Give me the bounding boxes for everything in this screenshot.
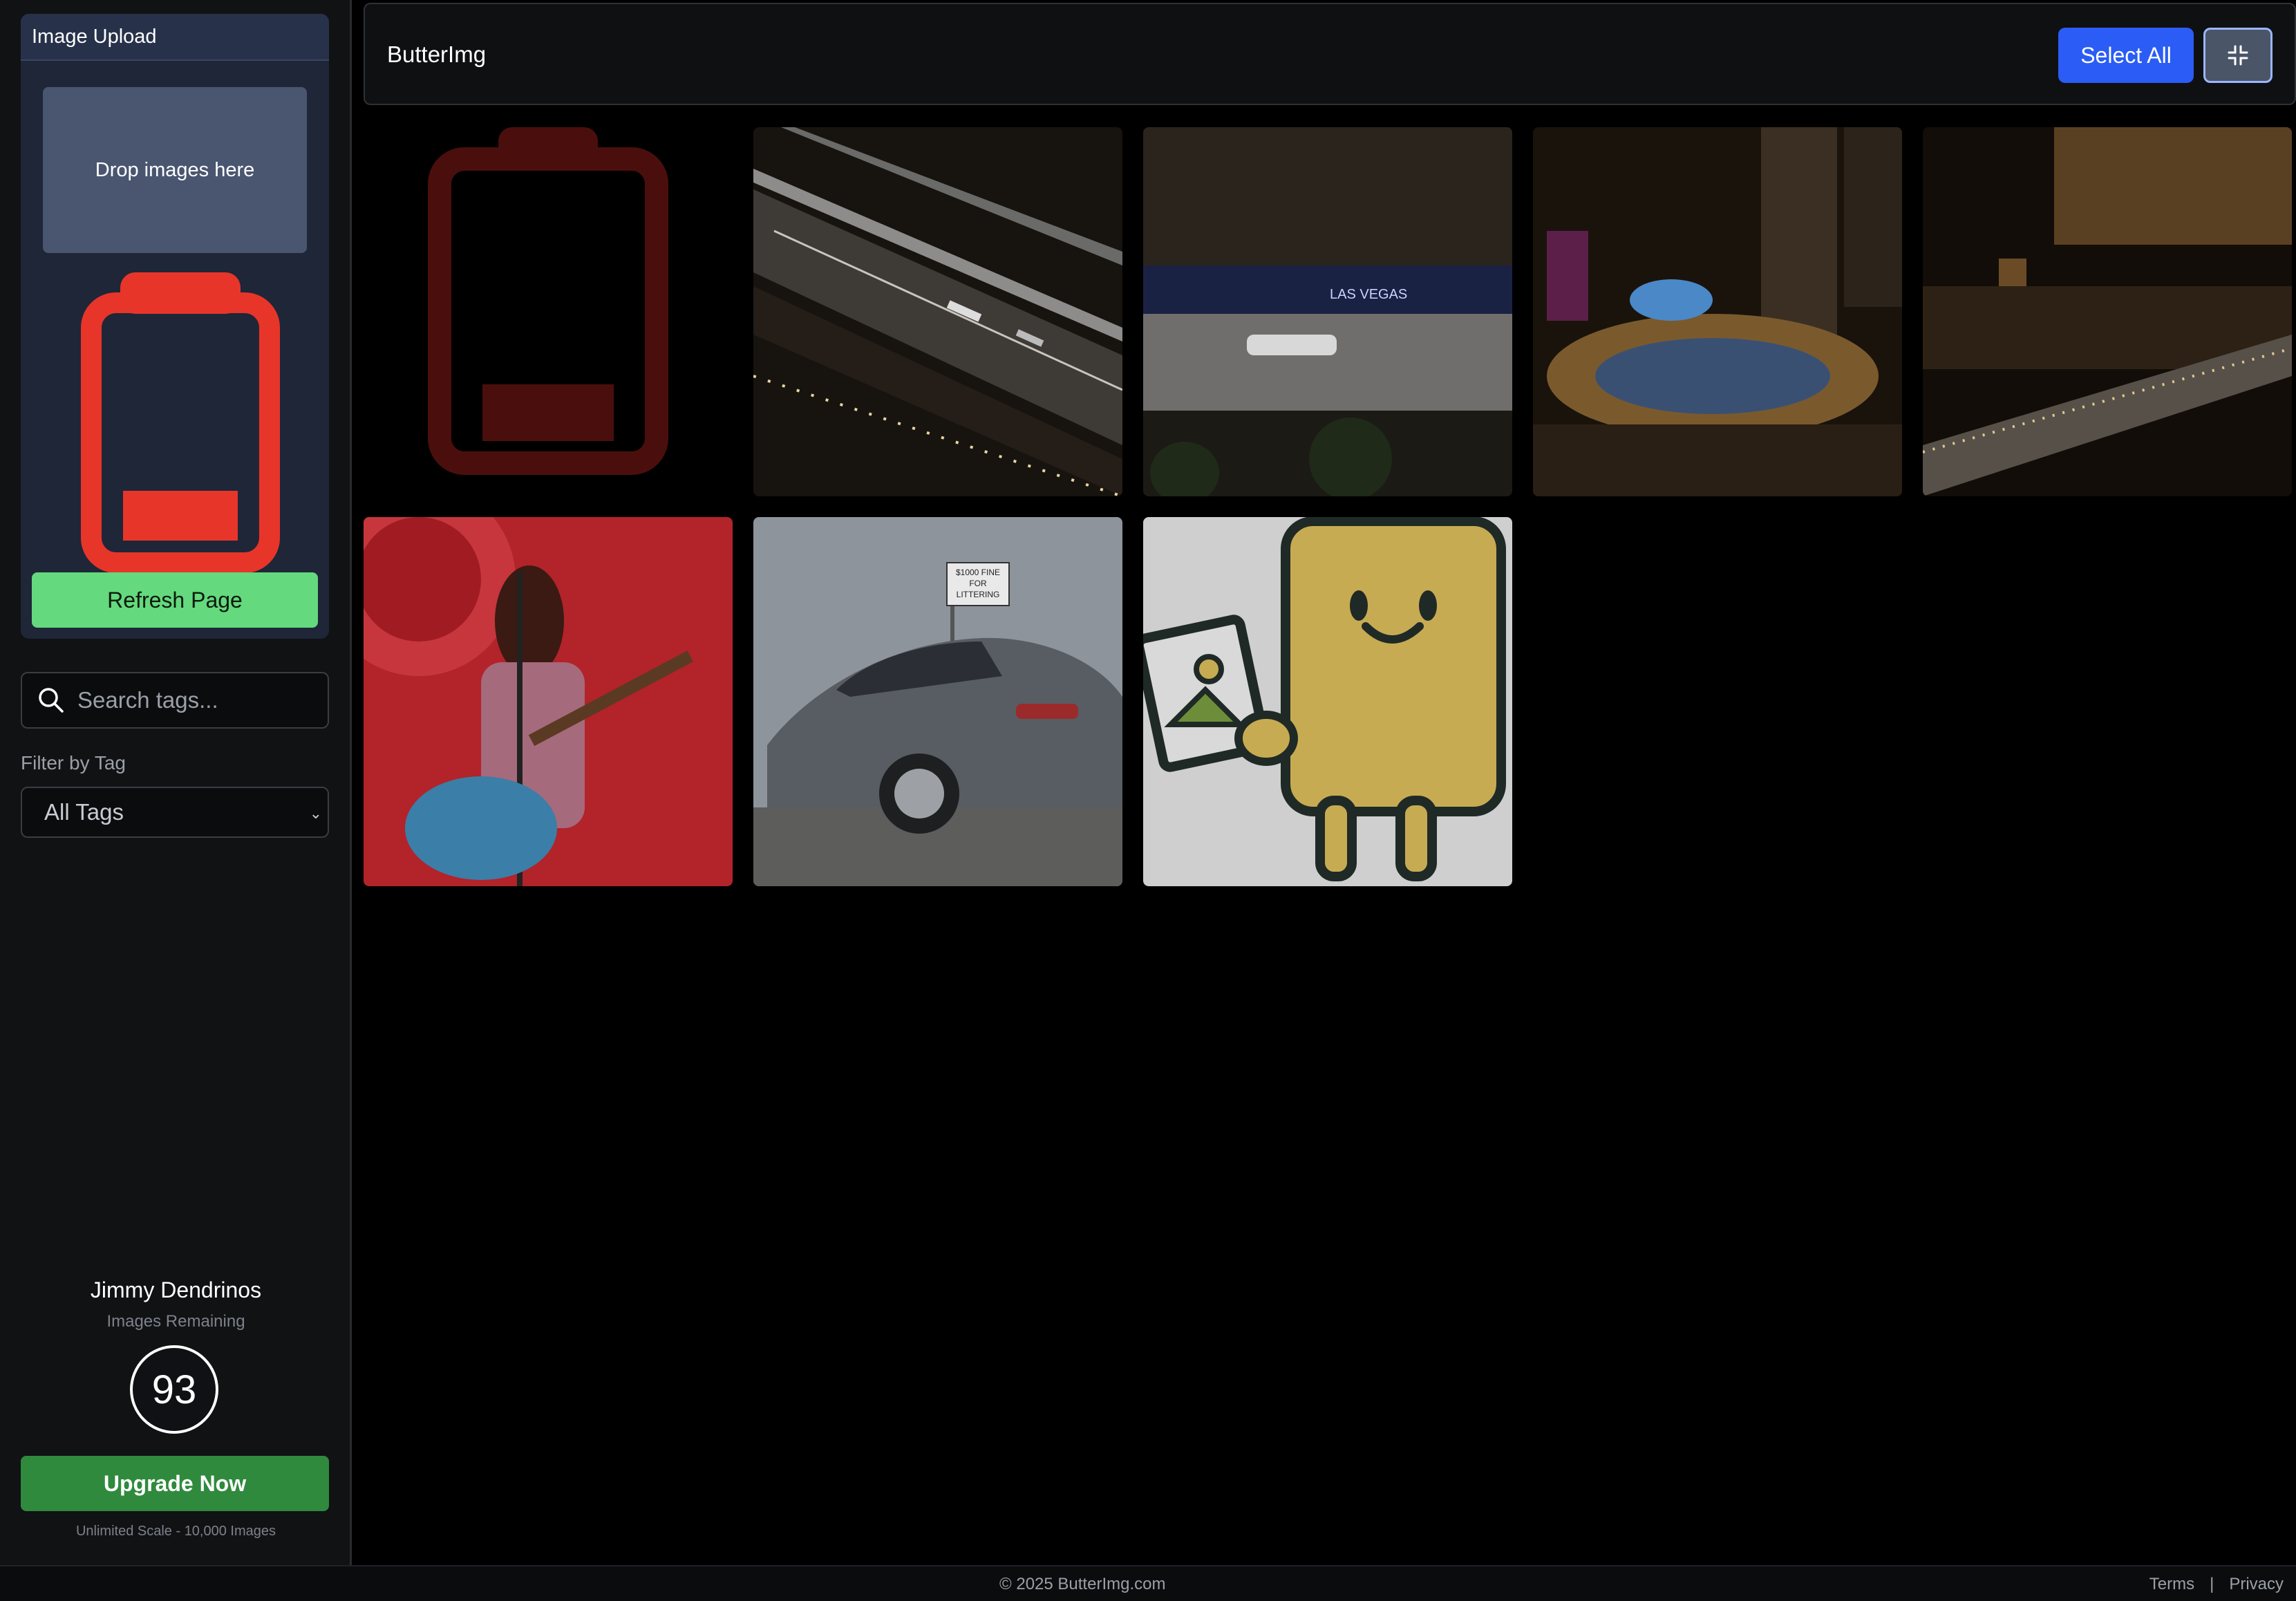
- porsche-photo: $1000 FINE FOR LITTERING: [753, 517, 1122, 886]
- search-icon: [39, 688, 64, 713]
- filter-label: Filter by Tag: [21, 752, 126, 774]
- upgrade-now-button[interactable]: Upgrade Now: [21, 1456, 329, 1511]
- image-upload-panel: Image Upload Drop images here Refresh Pa…: [21, 14, 329, 639]
- race-car-photo: LAS VEGAS: [1143, 127, 1512, 496]
- tag-filter-value: All Tags: [44, 799, 124, 825]
- guitarist-photo: [364, 517, 733, 886]
- sign-line-3: LITTERING: [957, 590, 1000, 599]
- gallery-thumb[interactable]: [364, 517, 733, 886]
- sidebar: Image Upload Drop images here Refresh Pa…: [0, 0, 352, 1565]
- gallery-thumb[interactable]: [753, 127, 1122, 496]
- footer-links: Terms | Privacy: [2149, 1575, 2284, 1594]
- plan-note: Unlimited Scale - 10,000 Images: [75, 1524, 276, 1539]
- upload-panel-title: Image Upload: [21, 14, 329, 61]
- app-root: Image Upload Drop images here Refresh Pa…: [0, 0, 2296, 1601]
- footer: © 2025 ButterImg.com Terms | Privacy: [0, 1565, 2296, 1601]
- low-battery-icon: [364, 127, 733, 496]
- refresh-page-button[interactable]: Refresh Page: [32, 572, 318, 628]
- images-remaining-label: Images Remaining: [106, 1312, 245, 1331]
- bellagio-night-photo: [1923, 127, 2292, 496]
- select-all-button[interactable]: Select All: [2058, 28, 2194, 83]
- images-remaining-count: 93: [130, 1345, 218, 1434]
- search-input[interactable]: [77, 687, 312, 713]
- app-title: ButterImg: [387, 41, 487, 67]
- user-name: Jimmy Dendrinos: [90, 1277, 262, 1302]
- gallery-thumb[interactable]: [364, 127, 733, 496]
- chevron-down-icon: ⌄: [309, 805, 322, 822]
- tag-search-box[interactable]: [21, 672, 329, 729]
- top-bar: ButterImg Select All: [364, 3, 2296, 105]
- collapse-icon: [2228, 45, 2248, 66]
- gallery-thumb[interactable]: [1923, 127, 2292, 496]
- gallery-thumb[interactable]: $1000 FINE FOR LITTERING: [753, 517, 1122, 886]
- gallery-thumb[interactable]: [1143, 517, 1512, 886]
- dropzone-text: Drop images here: [95, 158, 255, 181]
- butterimg-mascot: [1143, 517, 1512, 886]
- tag-filter-select[interactable]: All Tags ⌄: [21, 787, 329, 838]
- copyright-text: © 2025 ButterImg.com: [999, 1575, 1166, 1593]
- sign-line-1: $1000 FINE: [956, 568, 1000, 577]
- privacy-link[interactable]: Privacy: [2229, 1575, 2284, 1594]
- gallery-thumb[interactable]: [1533, 127, 1902, 496]
- track-banner-text: LAS VEGAS: [1330, 287, 1407, 302]
- dropzone[interactable]: Drop images here: [43, 87, 307, 253]
- las-vegas-night-photo: [1533, 127, 1902, 496]
- sign-line-2: FOR: [969, 579, 987, 588]
- gallery-thumb[interactable]: LAS VEGAS: [1143, 127, 1512, 496]
- terms-link[interactable]: Terms: [2149, 1575, 2194, 1594]
- low-battery-icon: [81, 272, 280, 573]
- footer-separator: |: [2210, 1575, 2214, 1593]
- race-track-photo: [753, 127, 1122, 496]
- collapse-view-button[interactable]: [2203, 28, 2273, 83]
